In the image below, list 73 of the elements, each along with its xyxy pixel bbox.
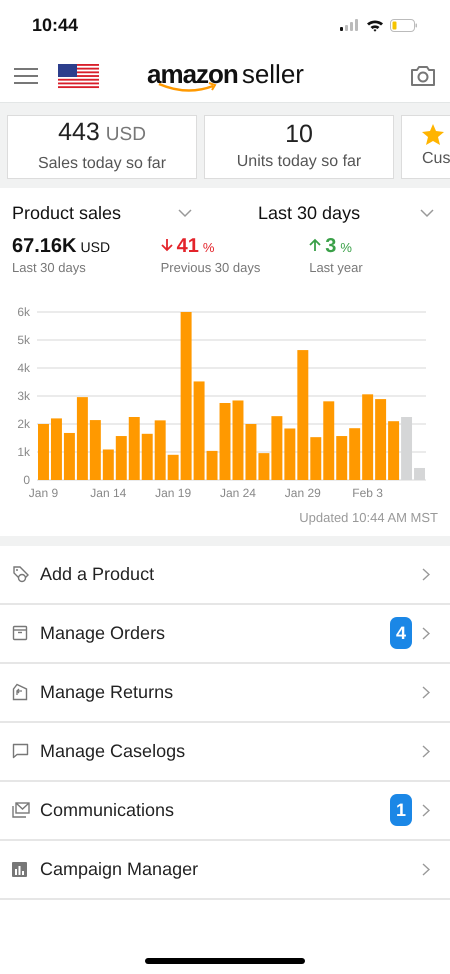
stat-unit: USD bbox=[80, 238, 110, 257]
summary-card[interactable]: Cus bbox=[401, 115, 450, 179]
x-axis-label: Jan 14 bbox=[90, 486, 126, 500]
y-axis-label: 4k bbox=[17, 360, 30, 374]
battery-icon bbox=[390, 18, 418, 32]
card-label: Cus bbox=[422, 148, 450, 168]
chevron-icon bbox=[422, 744, 430, 758]
menu-label: Manage Orders bbox=[40, 622, 166, 645]
y-axis-label: 1k bbox=[17, 444, 30, 458]
stat-value: 41 bbox=[176, 234, 199, 258]
menu-item[interactable]: Add a Product bbox=[0, 546, 450, 604]
card-label: Sales today so far bbox=[38, 154, 166, 174]
menu-label: Add a Product bbox=[40, 562, 154, 586]
count-badge: 1 bbox=[390, 794, 412, 826]
stat-unit: % bbox=[340, 239, 352, 257]
status-time: 10:44 bbox=[32, 14, 78, 36]
card-unit: USD bbox=[106, 123, 146, 148]
menu-label: Communications bbox=[40, 798, 174, 822]
return-box-icon bbox=[12, 683, 28, 701]
x-axis-label: Feb 3 bbox=[352, 486, 383, 500]
stat-value: 3 bbox=[325, 234, 336, 258]
up-arrow-icon bbox=[309, 238, 322, 252]
chevron-icon bbox=[422, 862, 430, 876]
star-icon bbox=[422, 124, 444, 144]
box-icon bbox=[12, 625, 28, 641]
wifi-icon bbox=[366, 18, 384, 32]
metric-dropdown[interactable]: Product sales bbox=[12, 200, 192, 226]
stat-label: Last 30 days bbox=[12, 259, 87, 277]
stat-value: 67.16K bbox=[12, 234, 76, 258]
x-axis-label: Jan 29 bbox=[284, 486, 321, 500]
chat-icon bbox=[12, 743, 29, 759]
chevron-icon bbox=[422, 626, 430, 640]
flag-icon[interactable] bbox=[58, 64, 99, 88]
y-axis-label: 6k bbox=[17, 304, 30, 318]
stat-label: Last year bbox=[309, 259, 364, 277]
menu-item[interactable]: Manage Returns bbox=[0, 664, 450, 722]
stat-label: Previous 30 days bbox=[160, 259, 262, 277]
count-badge: 4 bbox=[390, 617, 412, 649]
signal-icon bbox=[340, 19, 360, 31]
down-arrow-icon bbox=[160, 238, 173, 252]
chevron-icon bbox=[422, 686, 430, 698]
chevron-down-icon bbox=[420, 208, 434, 218]
y-axis-label: 2k bbox=[17, 416, 30, 430]
y-axis-label: 0 bbox=[23, 472, 30, 486]
y-axis-label: 3k bbox=[17, 388, 30, 402]
updated-text: Updated 10:44 AM MST bbox=[299, 508, 438, 527]
x-axis-label: Jan 9 bbox=[28, 486, 58, 500]
bar-chart-icon bbox=[12, 862, 27, 876]
chevron-icon bbox=[422, 804, 430, 816]
camera-icon[interactable] bbox=[410, 65, 436, 87]
y-axis-label: 5k bbox=[17, 332, 30, 346]
chevron-icon bbox=[422, 568, 430, 580]
logo: amazonseller bbox=[147, 60, 304, 92]
chevron-down-icon bbox=[178, 208, 192, 218]
card-value: 443 bbox=[58, 118, 100, 146]
x-axis-label: Jan 19 bbox=[155, 486, 192, 500]
menu-icon[interactable] bbox=[14, 66, 38, 86]
menu-item[interactable]: Communications 1 bbox=[0, 782, 450, 840]
menu-item[interactable]: Manage Caselogs bbox=[0, 722, 450, 782]
menu-item[interactable]: Campaign Manager bbox=[0, 840, 450, 900]
card-label: Units today so far bbox=[236, 152, 362, 172]
mail-icon bbox=[12, 802, 30, 818]
tag-icon bbox=[12, 565, 30, 583]
menu-label: Campaign Manager bbox=[40, 858, 198, 881]
summary-card[interactable]: 10 Units today so far bbox=[204, 115, 394, 179]
menu-label: Manage Returns bbox=[40, 680, 174, 704]
menu-label: Manage Caselogs bbox=[40, 740, 186, 763]
summary-card[interactable]: 443 USD Sales today so far bbox=[7, 115, 197, 179]
x-axis-label: Jan 24 bbox=[220, 486, 256, 500]
card-value: 10 bbox=[285, 120, 313, 148]
menu-item[interactable]: Manage Orders 4 bbox=[0, 604, 450, 664]
stat-unit: % bbox=[202, 239, 214, 257]
period-dropdown[interactable]: Last 30 days bbox=[258, 200, 434, 226]
